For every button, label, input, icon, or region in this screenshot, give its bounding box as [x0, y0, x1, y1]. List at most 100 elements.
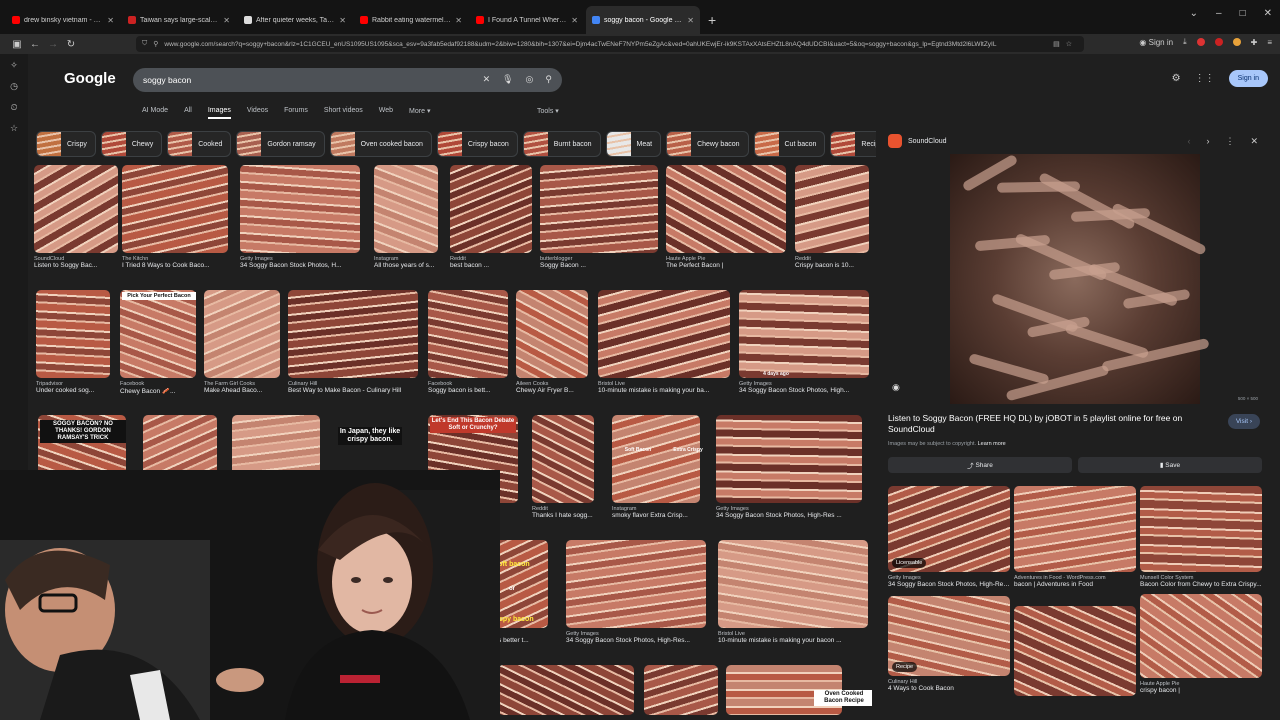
related-title[interactable]: 34 Soggy Bacon Stock Photos, High-Res...: [888, 581, 1010, 588]
browser-tab[interactable]: After quieter weeks, Taiwan rep ✕: [238, 6, 352, 34]
prev-image-icon[interactable]: ‹: [1187, 136, 1190, 147]
account-icon[interactable]: ◉ Sign in: [1139, 38, 1173, 47]
result-title[interactable]: best bacon ...: [450, 262, 532, 269]
chip-recipe[interactable]: Recipe: [830, 131, 876, 157]
tab-close-icon[interactable]: ✕: [687, 16, 694, 25]
result-title[interactable]: 10-minute mistake is making your bacon .…: [718, 637, 868, 644]
image-result[interactable]: Getty Images 34 Soggy Bacon Stock Photos,…: [716, 415, 862, 519]
forward-icon[interactable]: →: [44, 39, 62, 50]
reload-icon[interactable]: ↻: [62, 39, 80, 50]
tab-close-icon[interactable]: ✕: [223, 16, 230, 25]
ai-icon[interactable]: ✧: [10, 60, 18, 71]
chip-crispy-bacon[interactable]: Crispy bacon: [436, 131, 518, 157]
image-result[interactable]: Getty Images 34 Soggy Bacon Stock Photos,…: [566, 540, 706, 644]
tab-web[interactable]: Web: [379, 107, 393, 119]
preview-image[interactable]: [950, 153, 1210, 404]
tab-all[interactable]: All: [184, 107, 192, 119]
image-result[interactable]: [644, 665, 718, 715]
image-result[interactable]: SoundCloud Listen to Soggy Bac...: [34, 165, 118, 269]
image-result[interactable]: Culinary Hill Best Way to Make Bacon - Cu…: [288, 290, 418, 394]
extension-icon[interactable]: [1214, 38, 1223, 46]
related-title[interactable]: 4 Ways to Cook Bacon: [888, 685, 1010, 692]
result-title[interactable]: 34 Soggy Bacon Stock Photos, High...: [739, 387, 869, 394]
result-title[interactable]: Make Ahead Baco...: [204, 387, 280, 394]
extension-icon[interactable]: [1232, 38, 1241, 46]
visit-button[interactable]: Visit ›: [1227, 414, 1260, 429]
result-title[interactable]: smoky flavor Extra Crisp...: [612, 512, 700, 519]
browser-tab[interactable]: drew binsky vietnam - YouTube ✕: [6, 6, 120, 34]
related-title[interactable]: crispy bacon |: [1140, 687, 1262, 694]
result-title[interactable]: Listen to Soggy Bac...: [34, 262, 118, 269]
image-result[interactable]: Facebook Soggy bacon is bett...: [428, 290, 508, 394]
sidebar-toggle-icon[interactable]: ▣: [8, 39, 26, 50]
result-title[interactable]: 10-minute mistake is making your ba...: [598, 387, 730, 394]
image-result[interactable]: The Farm Girl Cooks Make Ahead Baco...: [204, 290, 280, 394]
sign-in-button[interactable]: Sign in: [1228, 70, 1268, 87]
menu-icon[interactable]: ≡: [1267, 38, 1272, 47]
result-title[interactable]: Soggy Bacon ...: [540, 262, 658, 269]
mic-icon[interactable]: 🎙: [502, 74, 513, 85]
search-icon[interactable]: ⚲: [545, 74, 552, 85]
related-image[interactable]: Munsell Color System Bacon Color from Che…: [1140, 486, 1262, 588]
chip-chewy-bacon[interactable]: Chewy bacon: [666, 131, 749, 157]
browser-tab[interactable]: I Found A Tunnel Where 100 F ✕: [470, 6, 584, 34]
image-result[interactable]: The Kitchn I Tried 8 Ways to Cook Baco...: [122, 165, 228, 269]
image-result[interactable]: [498, 665, 634, 715]
tab-close-icon[interactable]: ✕: [107, 16, 114, 25]
preview-source[interactable]: SoundCloud: [888, 134, 947, 148]
downloads-icon[interactable]: ⤓: [1183, 37, 1187, 47]
next-image-icon[interactable]: ›: [1206, 136, 1209, 147]
clock-icon[interactable]: ⏲: [10, 102, 17, 113]
chip-chewy[interactable]: Chewy: [100, 131, 163, 157]
close-preview-icon[interactable]: ✕: [1250, 136, 1258, 147]
result-title[interactable]: I Tried 8 Ways to Cook Baco...: [122, 262, 228, 269]
chip-gordon-ramsay[interactable]: Gordon ramsay: [236, 131, 325, 157]
result-title[interactable]: 34 Soggy Bacon Stock Photos, H...: [240, 262, 360, 269]
image-result[interactable]: Reddit Crispy bacon is 10...: [795, 165, 869, 269]
bookmarks-icon[interactable]: ☆: [10, 123, 18, 134]
tab-close-icon[interactable]: ✕: [339, 16, 346, 25]
more-options-icon[interactable]: ⋮: [1225, 136, 1234, 147]
tab-more[interactable]: More ▾: [409, 107, 430, 119]
minimize-icon[interactable]: –: [1216, 8, 1222, 19]
address-bar[interactable]: ⛉ ⚲ www.google.com/search?q=soggy+bacon&…: [136, 36, 1084, 52]
tab-close-icon[interactable]: ✕: [455, 16, 462, 25]
extension-icon[interactable]: [1196, 38, 1205, 46]
close-window-icon[interactable]: ✕: [1264, 8, 1272, 19]
result-title[interactable]: Soggy bacon is bett...: [428, 387, 508, 394]
google-logo[interactable]: Google: [64, 70, 116, 87]
learn-more-link[interactable]: Learn more: [978, 441, 1006, 447]
result-title[interactable]: Chewy Bacon 🥓...: [120, 387, 196, 395]
result-title[interactable]: 34 Soggy Bacon Stock Photos, High-Res ..…: [716, 512, 862, 519]
related-image[interactable]: [1014, 606, 1136, 696]
image-result[interactable]: Aileen Cooks Chewy Air Fryer B...: [516, 290, 588, 394]
chip-cooked[interactable]: Cooked: [167, 131, 232, 157]
tab-images[interactable]: Images: [207, 107, 231, 119]
result-title[interactable]: The Perfect Bacon |: [666, 262, 786, 269]
image-result[interactable]: butterblogger Soggy Bacon ...: [540, 165, 658, 269]
related-image[interactable]: Licensable Getty Images 34 Soggy Bacon Sto…: [888, 486, 1010, 588]
related-title[interactable]: Bacon Color from Chewy to Extra Crispy..…: [1140, 581, 1262, 588]
image-result[interactable]: Instagram smoky flavor Extra Crisp...: [612, 415, 700, 519]
related-image[interactable]: Haute Apple Pie crispy bacon |: [1140, 594, 1262, 694]
result-title[interactable]: All those years of s...: [374, 262, 438, 269]
image-result[interactable]: Bristol Live 10-minute mistake is making …: [718, 540, 868, 644]
extensions-puzzle-icon[interactable]: ✚: [1251, 38, 1258, 47]
browser-tab[interactable]: Taiwan says large-scale Chinese ✕: [122, 6, 236, 34]
clear-icon[interactable]: ✕: [483, 74, 491, 85]
related-image[interactable]: Adventures in Food - WordPress.com bacon …: [1014, 486, 1136, 588]
chip-oven-cooked-bacon[interactable]: Oven cooked bacon: [329, 131, 432, 157]
related-image[interactable]: Recipe Culinary Hill 4 Ways to Cook Bacon: [888, 596, 1010, 692]
history-icon[interactable]: ◷: [10, 81, 18, 92]
tab-short-videos[interactable]: Short videos: [324, 107, 363, 119]
settings-gear-icon[interactable]: ⚙: [1172, 73, 1181, 84]
image-result[interactable]: Bristol Live 10-minute mistake is making …: [598, 290, 730, 394]
tab-close-icon[interactable]: ✕: [571, 16, 578, 25]
site-info-icon[interactable]: ⚲: [153, 40, 158, 48]
browser-tab[interactable]: soggy bacon - Google Search ✕: [586, 6, 700, 34]
tab-videos[interactable]: Videos: [247, 107, 268, 119]
image-result[interactable]: Reddit best bacon ...: [450, 165, 532, 269]
chip-burnt-bacon[interactable]: Burnt bacon: [522, 131, 601, 157]
reader-icon[interactable]: ▤: [1053, 40, 1060, 48]
image-result[interactable]: Facebook Chewy Bacon 🥓...: [120, 290, 196, 395]
